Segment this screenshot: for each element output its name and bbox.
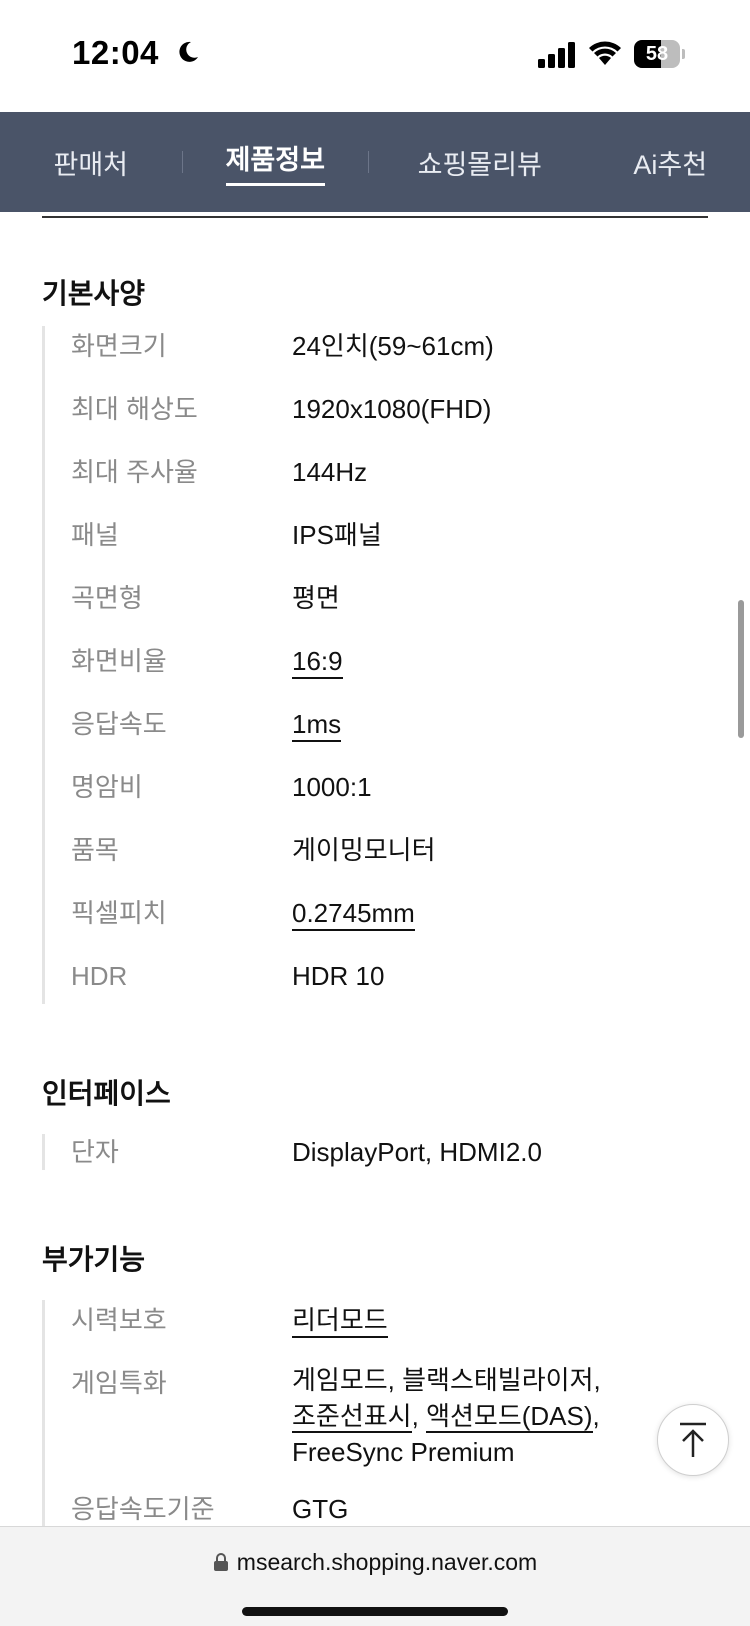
- spec-row: 시력보호 리더모드: [45, 1289, 708, 1352]
- spec-value-link[interactable]: 리더모드: [292, 1289, 388, 1352]
- spec-row: 화면크기 24인치(59~61cm): [45, 315, 708, 378]
- spec-value-link-text: 리더모드: [292, 1305, 388, 1338]
- spec-value: DisplayPort, HDMI2.0: [292, 1137, 542, 1167]
- spec-label: 시력보호: [71, 1305, 167, 1335]
- url-text: msearch.shopping.naver.com: [236, 1549, 538, 1575]
- spec-group-basic: 화면크기 24인치(59~61cm) 최대 해상도 1920x1080(FHD)…: [42, 326, 708, 1004]
- tab-mall-reviews[interactable]: 쇼핑몰리뷰: [369, 112, 590, 212]
- tab-ai-recommend[interactable]: Ai추천: [590, 112, 750, 212]
- crosshair-link[interactable]: 조준선표시: [292, 1401, 412, 1433]
- spec-value: IPS패널: [292, 520, 382, 550]
- spec-value-link-text: 0.2745mm: [292, 898, 415, 931]
- spec-group-interface: 단자 DisplayPort, HDMI2.0: [42, 1134, 708, 1170]
- spec-label: 최대 주사율: [71, 457, 198, 487]
- tab-product-info[interactable]: 제품정보: [183, 112, 369, 212]
- spec-value-link[interactable]: 16:9: [292, 630, 343, 693]
- spec-value-link-text: 16:9: [292, 646, 343, 679]
- section-title-interface: 인터페이스: [42, 1078, 171, 1109]
- spec-label: 곡면형: [71, 583, 143, 613]
- status-bar: 12:04 58: [0, 0, 750, 112]
- spec-label: 픽셀피치: [71, 898, 167, 928]
- tab-label: 쇼핑몰리뷰: [417, 149, 542, 180]
- scrollbar-thumb[interactable]: [738, 600, 744, 738]
- tab-label: Ai추천: [633, 149, 708, 180]
- tab-sellers[interactable]: 판매처: [0, 112, 182, 212]
- battery-icon: 58: [634, 40, 685, 68]
- spec-row: HDR HDR 10: [45, 945, 708, 1008]
- spec-value: 평면: [292, 583, 340, 613]
- spec-value-link[interactable]: 0.2745mm: [292, 882, 415, 945]
- spec-value: 24인치(59~61cm): [292, 331, 494, 361]
- spec-row: 화면비율 16:9: [45, 630, 708, 693]
- status-time: 12:04: [72, 34, 159, 71]
- spec-value-link[interactable]: 1ms: [292, 693, 342, 756]
- battery-level: 58: [645, 43, 669, 65]
- spec-value-text: 게임모드, 블랙스태빌라이저,: [292, 1365, 601, 1395]
- spec-label: 패널: [71, 520, 119, 550]
- spec-row: 최대 해상도 1920x1080(FHD): [45, 378, 708, 441]
- spec-row: 최대 주사율 144Hz: [45, 441, 708, 504]
- spec-value-separator: ,: [411, 1401, 427, 1431]
- arrow-up-icon: [680, 1422, 706, 1457]
- browser-address-bar: msearch.shopping.naver.com: [0, 1526, 750, 1626]
- section-title-extra: 부가기능: [42, 1244, 146, 1275]
- spec-group-extra: 시력보호 리더모드 게임특화 게임모드, 블랙스태빌라이저, 조준선표시, 액션…: [42, 1300, 708, 1530]
- spec-label: 최대 해상도: [71, 394, 198, 424]
- spec-row: 품목 게이밍모니터: [45, 819, 708, 882]
- spec-value-multiline: 게임모드, 블랙스태빌라이저, 조준선표시, 액션모드(DAS), FreeSy…: [292, 1362, 712, 1470]
- spec-row: 픽셀피치 0.2745mm: [45, 882, 708, 945]
- signal-icon: [538, 42, 575, 68]
- action-mode-link[interactable]: 액션모드(DAS): [426, 1401, 593, 1433]
- section-title-basic: 기본사양: [42, 278, 146, 309]
- section-divider: [42, 216, 708, 218]
- spec-row: 게임특화 게임모드, 블랙스태빌라이저, 조준선표시, 액션모드(DAS), F…: [45, 1352, 708, 1478]
- scroll-to-top-button[interactable]: [657, 1404, 729, 1476]
- spec-label: 화면비율: [71, 646, 167, 676]
- spec-label: 응답속도: [71, 709, 167, 739]
- lock-icon: [213, 1553, 228, 1571]
- address-field[interactable]: msearch.shopping.naver.com: [0, 1549, 750, 1576]
- spec-row: 응답속도 1ms: [45, 693, 708, 756]
- spec-value: 게이밍모니터: [292, 835, 436, 865]
- spec-row: 패널 IPS패널: [45, 504, 708, 567]
- tab-label: 제품정보: [225, 138, 325, 186]
- spec-label: 명암비: [71, 772, 143, 802]
- home-indicator[interactable]: [242, 1607, 508, 1616]
- spec-label: 화면크기: [71, 331, 167, 361]
- spec-value-link-text: 1ms: [292, 709, 342, 742]
- tab-label: 판매처: [53, 149, 129, 180]
- spec-value: 144Hz: [292, 457, 368, 487]
- spec-row: 명암비 1000:1: [45, 756, 708, 819]
- spec-row: 곡면형 평면: [45, 567, 708, 630]
- spec-label: 게임특화: [71, 1368, 167, 1398]
- spec-value: 1920x1080(FHD): [292, 394, 492, 424]
- wifi-icon: [589, 41, 621, 65]
- spec-label: 품목: [71, 835, 119, 865]
- tab-bar: 판매처 제품정보 쇼핑몰리뷰 Ai추천: [0, 112, 750, 212]
- spec-value: HDR 10: [292, 961, 385, 991]
- spec-row: 단자 DisplayPort, HDMI2.0: [45, 1121, 708, 1184]
- spec-label: HDR: [71, 961, 128, 991]
- moon-icon: [179, 41, 198, 62]
- spec-label: 단자: [71, 1137, 119, 1167]
- spec-value: 1000:1: [292, 772, 372, 802]
